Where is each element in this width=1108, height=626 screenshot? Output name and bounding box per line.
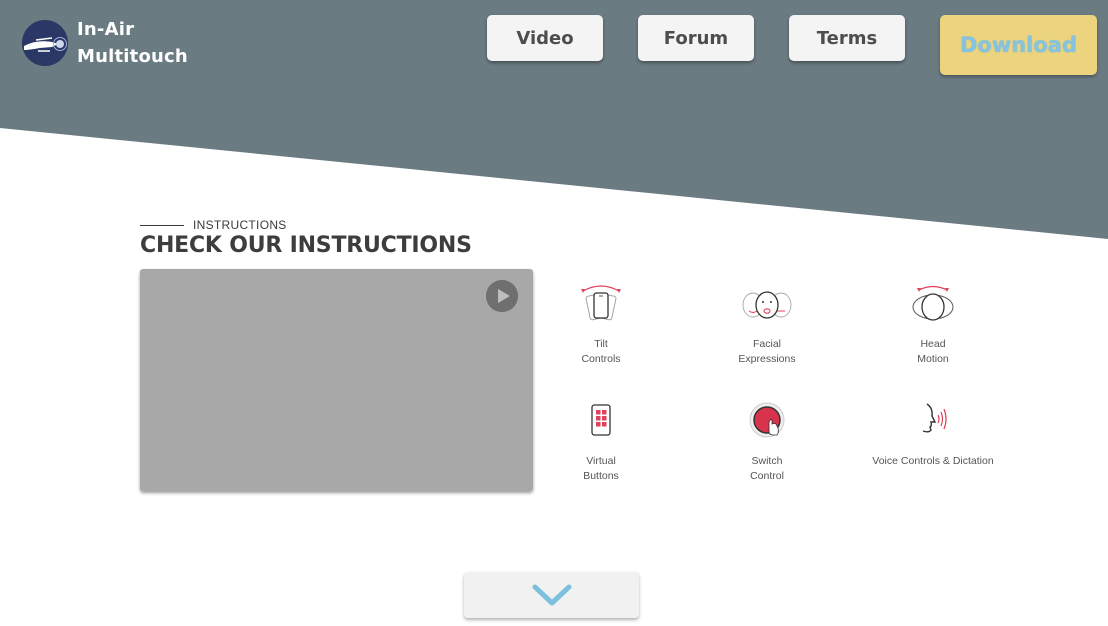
play-icon[interactable] — [486, 280, 518, 312]
feature-label: Tilt Controls — [581, 338, 621, 365]
feature-facial-expressions[interactable]: Facial Expressions — [707, 283, 827, 367]
eyebrow-divider — [140, 224, 184, 226]
feature-label: Facial Expressions — [738, 338, 796, 365]
nav-terms-button[interactable]: Terms — [789, 15, 905, 61]
instruction-video[interactable] — [140, 269, 533, 491]
chevron-down-icon — [532, 584, 571, 606]
tilt-phone-icon — [575, 283, 627, 327]
brand-line-1: In-Air — [77, 19, 135, 40]
head-motion-icon — [907, 283, 959, 327]
brand-logo[interactable]: In-Air Multitouch — [22, 16, 188, 70]
feature-switch-control[interactable]: Switch Control — [707, 400, 827, 484]
feature-label: Voice Controls & Dictation — [872, 455, 994, 467]
feature-voice-controls[interactable]: Voice Controls & Dictation — [868, 400, 998, 469]
facial-expressions-icon — [741, 283, 793, 327]
feature-label: Switch Control — [750, 455, 784, 482]
section-eyebrow: INSTRUCTIONS — [140, 218, 287, 232]
section-title: CHECK OUR INSTRUCTIONS — [140, 233, 472, 258]
eyebrow-text: INSTRUCTIONS — [193, 218, 287, 232]
hand-gesture-logo-icon — [22, 20, 68, 66]
feature-virtual-buttons[interactable]: Virtual Buttons — [541, 400, 661, 484]
brand-line-2: Multitouch — [77, 46, 188, 67]
download-button[interactable]: Download — [940, 15, 1097, 75]
brand-name: In-Air Multitouch — [77, 16, 188, 70]
nav-video-button[interactable]: Video — [487, 15, 603, 61]
virtual-buttons-icon — [575, 400, 627, 444]
feature-tilt-controls[interactable]: Tilt Controls — [541, 283, 661, 367]
scroll-down-button[interactable] — [464, 572, 639, 618]
nav-forum-button[interactable]: Forum — [638, 15, 754, 61]
feature-head-motion[interactable]: Head Motion — [873, 283, 993, 367]
switch-control-icon — [741, 400, 793, 444]
voice-dictation-icon — [907, 400, 959, 444]
feature-label: Head Motion — [917, 338, 949, 365]
feature-label: Virtual Buttons — [583, 455, 619, 482]
